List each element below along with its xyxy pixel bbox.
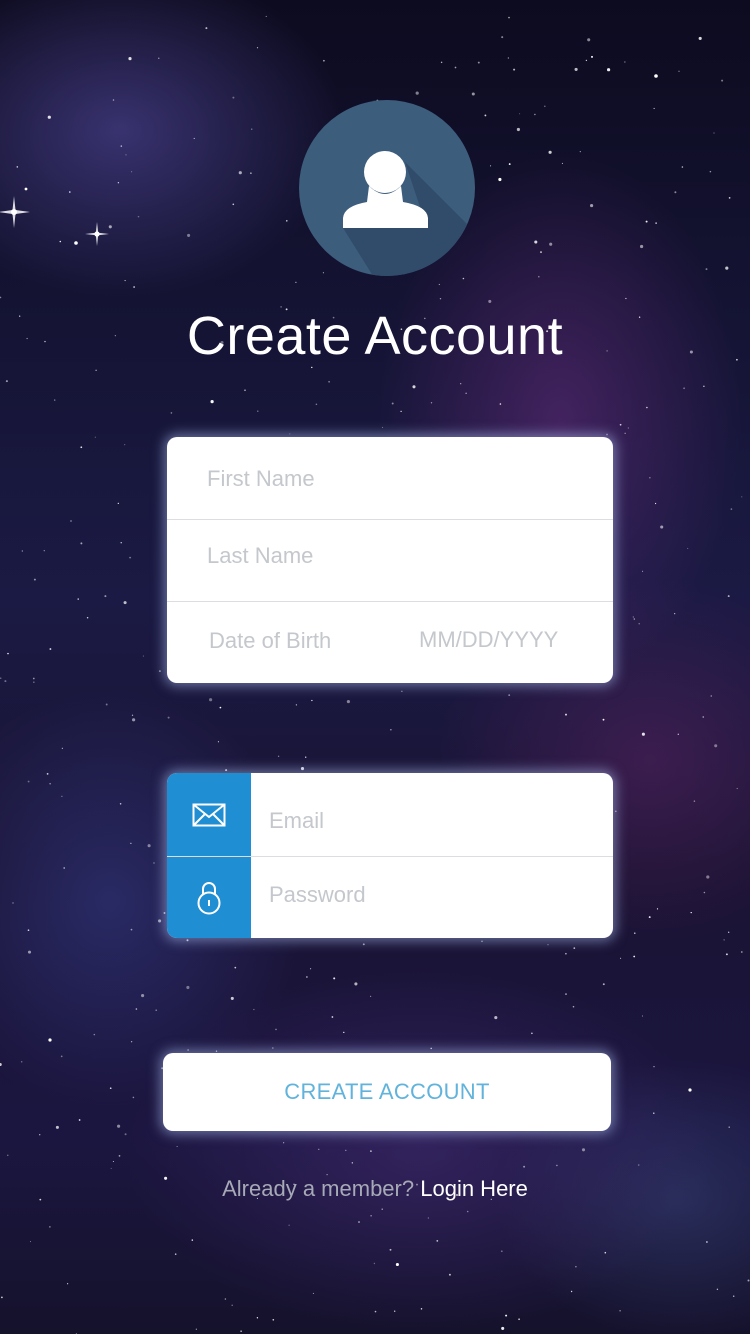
login-here-link[interactable]: Login Here bbox=[420, 1176, 528, 1201]
envelope-icon bbox=[167, 773, 251, 857]
already-member-text: Already a member? bbox=[222, 1176, 415, 1201]
page-title: Create Account bbox=[186, 306, 564, 366]
profile-form-card: Date of Birth bbox=[167, 437, 613, 683]
password-row bbox=[167, 857, 613, 938]
email-row bbox=[167, 773, 613, 857]
first-name-input[interactable] bbox=[207, 465, 587, 493]
last-name-row bbox=[167, 520, 613, 602]
lock-icon bbox=[167, 857, 251, 938]
last-name-input[interactable] bbox=[207, 542, 587, 570]
date-of-birth-row: Date of Birth bbox=[167, 602, 613, 683]
email-input[interactable] bbox=[269, 807, 589, 835]
dob-input[interactable] bbox=[419, 626, 579, 654]
login-form-card bbox=[167, 773, 613, 938]
user-icon bbox=[343, 151, 475, 276]
password-input[interactable] bbox=[269, 881, 589, 909]
create-account-button[interactable]: CREATE ACCOUNT bbox=[163, 1053, 611, 1131]
login-prompt: Already a member? Login Here bbox=[0, 1176, 750, 1202]
avatar[interactable] bbox=[299, 100, 475, 276]
first-name-row bbox=[167, 437, 613, 520]
dob-label: Date of Birth bbox=[209, 628, 332, 653]
